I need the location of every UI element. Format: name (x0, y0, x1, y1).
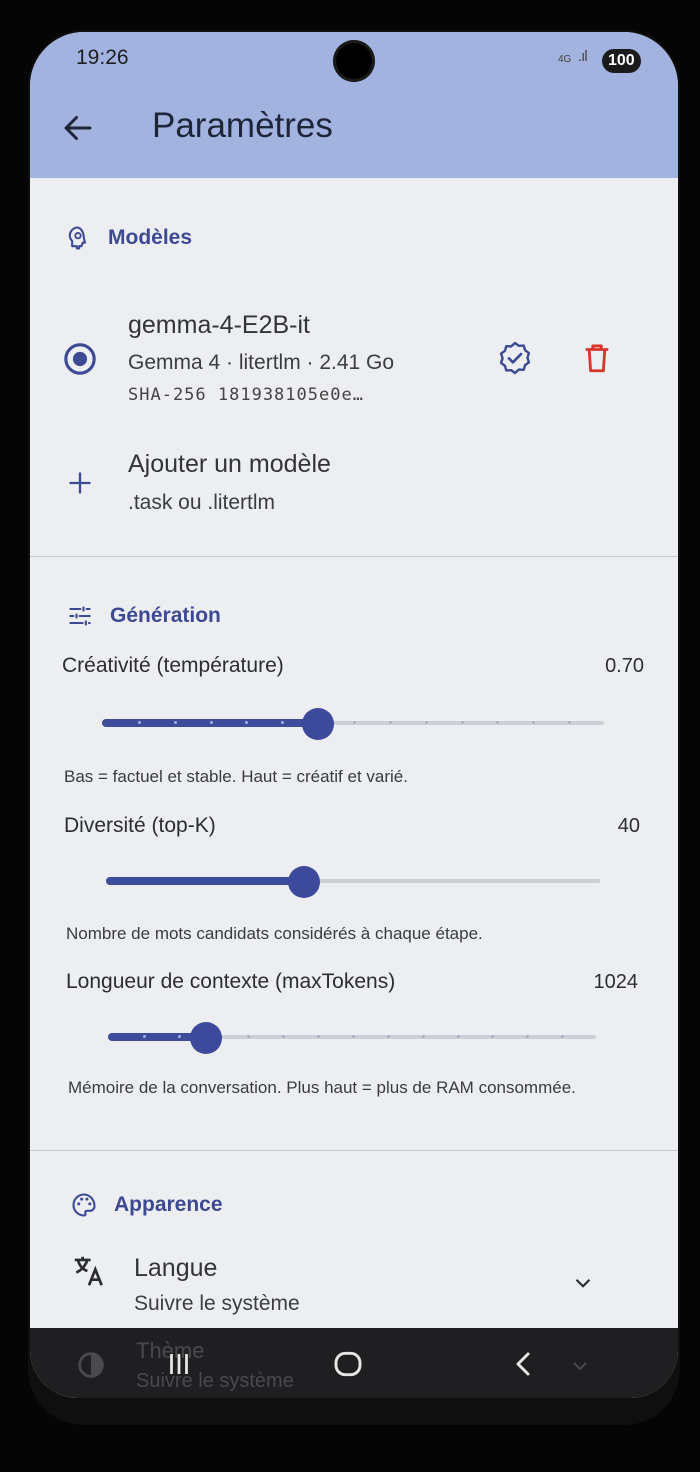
model-hash: SHA-256 181938105e0e… (128, 385, 364, 405)
temperature-help: Bas = factuel et stable. Haut = créatif … (64, 767, 408, 786)
topk-slider[interactable] (106, 866, 600, 898)
slider-tick (352, 1035, 355, 1038)
add-model-subtitle: .task ou .litertlm (128, 491, 276, 514)
slider-thumb[interactable] (189, 1022, 222, 1054)
section-appearance-header: Apparence (70, 1191, 223, 1219)
temperature-value: 0.70 (605, 655, 644, 677)
slider-tick (137, 721, 141, 724)
language-title: Langue (134, 1254, 218, 1282)
slider-tick (424, 721, 428, 724)
top-app-bar: 19:26 4G .ıl 100 Paramètres (30, 32, 678, 178)
brain-icon (68, 226, 87, 250)
system-nav-bar: Thème Suivre le système (30, 1328, 678, 1398)
slider-thumb[interactable] (287, 866, 320, 898)
status-time: 19:26 (76, 46, 129, 69)
slider-tick (173, 721, 177, 724)
section-title: Modèles (108, 226, 193, 249)
slider-tick (177, 1035, 181, 1038)
recent-apps-icon[interactable] (164, 1348, 194, 1380)
section-generation-header: Génération (66, 602, 221, 630)
verified-badge-icon[interactable] (497, 340, 533, 376)
front-camera (333, 40, 375, 82)
section-title: Génération (110, 604, 221, 627)
maxtokens-label: Longueur de contexte (maxTokens) (66, 970, 396, 993)
topk-value: 40 (617, 815, 640, 837)
slider-fill (106, 877, 304, 885)
screen: 19:26 4G .ıl 100 Paramètres Modèles gemm… (30, 32, 678, 1398)
slider-tick (142, 1035, 146, 1038)
slider-tick (388, 721, 392, 724)
divider (30, 556, 678, 557)
back-arrow-icon[interactable] (60, 110, 96, 146)
topk-help: Nombre de mots candidats considérés à ch… (66, 924, 483, 943)
maxtokens-slider[interactable] (108, 1022, 596, 1054)
slider-tick (209, 721, 213, 724)
section-title: Apparence (114, 1193, 223, 1216)
plus-icon (69, 472, 91, 494)
home-icon[interactable] (332, 1348, 364, 1380)
translate-icon (74, 1256, 103, 1286)
maxtokens-help: Mémoire de la conversation. Plus haut = … (68, 1078, 576, 1097)
delete-trash-icon[interactable] (580, 340, 614, 376)
language-value: Suivre le système (134, 1292, 300, 1315)
temperature-label: Créativité (température) (62, 654, 284, 677)
add-model-title: Ajouter un modèle (128, 450, 331, 478)
theme-chevron-down-icon (573, 1362, 587, 1371)
page-title: Paramètres (152, 106, 333, 145)
temperature-slider[interactable] (102, 708, 604, 740)
network-indicator: 4G (558, 54, 572, 65)
battery-indicator: 100 (602, 49, 641, 73)
palette-icon (72, 1193, 96, 1217)
model-name: gemma-4-E2B-it (128, 311, 310, 339)
signal-icon: .ıl (578, 48, 588, 65)
chevron-down-icon[interactable] (570, 1270, 596, 1296)
model-details: Gemma 4 · litertlm · 2.41 Go (128, 351, 395, 374)
radio-selected-icon[interactable] (63, 342, 97, 376)
slider-tick (460, 721, 464, 724)
maxtokens-value: 1024 (593, 971, 639, 993)
theme-icon (78, 1352, 104, 1378)
system-back-icon[interactable] (508, 1348, 538, 1380)
slider-tick (421, 1035, 425, 1038)
tune-sliders-icon (69, 606, 91, 626)
divider (30, 1150, 678, 1151)
phone-frame: 19:26 4G .ıl 100 Paramètres Modèles gemm… (28, 30, 680, 1425)
slider-tick (353, 721, 356, 724)
slider-tick (456, 1035, 460, 1038)
slider-thumb[interactable] (301, 708, 334, 740)
settings-list[interactable]: Modèles gemma-4-E2B-it Gemma 4 · litertl… (30, 178, 678, 1328)
slider-tick (386, 1035, 390, 1038)
theme-value: Suivre le système (136, 1370, 294, 1392)
topk-label: Diversité (top-K) (64, 814, 216, 837)
section-models-header: Modèles (64, 224, 192, 252)
